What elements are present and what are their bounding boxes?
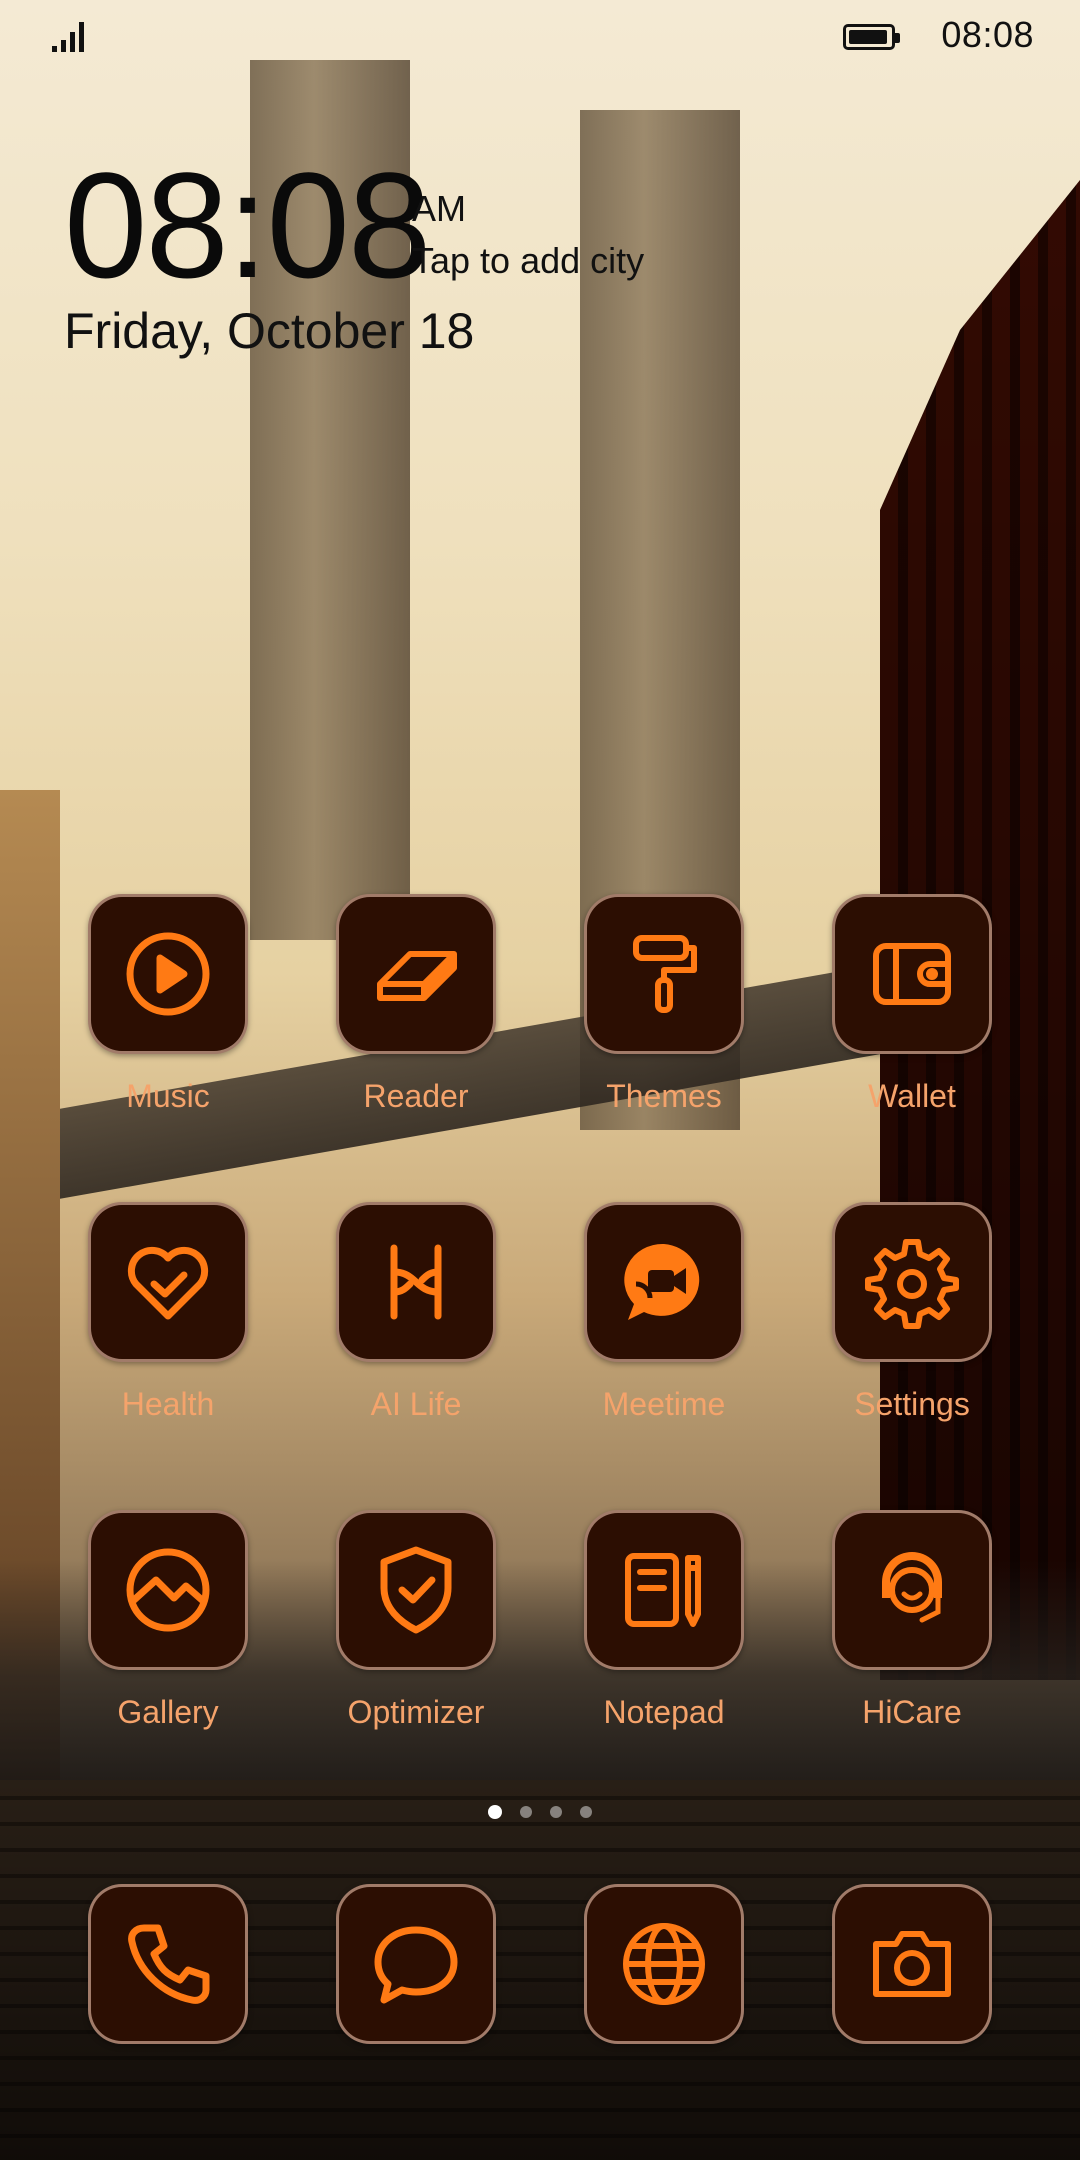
dock-camera[interactable] xyxy=(812,1884,1012,2044)
page-indicator xyxy=(0,1805,1080,1819)
app-settings-label: Settings xyxy=(854,1386,970,1422)
dock-browser[interactable] xyxy=(564,1884,764,2044)
book-icon xyxy=(377,951,457,1001)
dock-camera-tile[interactable] xyxy=(832,1884,992,2044)
app-gallery-label: Gallery xyxy=(117,1694,219,1730)
page-dot-1[interactable] xyxy=(488,1805,502,1819)
app-wallet-label: Wallet xyxy=(868,1078,956,1114)
shield-check-icon xyxy=(380,1546,452,1634)
battery-level xyxy=(849,30,887,44)
app-music-label: Music xyxy=(126,1078,210,1114)
app-themes-tile[interactable] xyxy=(584,894,744,1054)
app-ai-life-tile[interactable] xyxy=(336,1202,496,1362)
app-optimizer-label: Optimizer xyxy=(347,1694,485,1730)
status-bar: 08:08 xyxy=(0,0,1080,72)
app-hicare[interactable]: HiCare xyxy=(812,1510,1012,1731)
page-dot-2[interactable] xyxy=(520,1806,532,1818)
app-notepad-tile[interactable] xyxy=(584,1510,744,1670)
app-health[interactable]: Health xyxy=(68,1202,268,1423)
app-reader[interactable]: Reader xyxy=(316,894,516,1115)
status-time: 08:08 xyxy=(941,14,1034,55)
play-circle-icon xyxy=(126,932,210,1016)
app-health-tile[interactable] xyxy=(88,1202,248,1362)
page-dot-3[interactable] xyxy=(550,1806,562,1818)
clock-time[interactable]: 08:08 xyxy=(64,150,431,300)
app-music[interactable]: Music xyxy=(68,894,268,1115)
app-meetime-label: Meetime xyxy=(602,1386,726,1422)
app-wallet-tile[interactable] xyxy=(832,894,992,1054)
page-dot-4[interactable] xyxy=(580,1806,592,1818)
video-chat-icon xyxy=(624,1243,700,1320)
dock-phone-tile[interactable] xyxy=(88,1884,248,2044)
dock-messages[interactable] xyxy=(316,1884,516,2044)
dock xyxy=(0,1884,1080,2044)
app-ai-life[interactable]: AI Life xyxy=(316,1202,516,1423)
app-hicare-label: HiCare xyxy=(862,1694,962,1730)
dock-browser-tile[interactable] xyxy=(584,1884,744,2044)
app-ai-life-label: AI Life xyxy=(370,1386,462,1422)
heart-check-icon xyxy=(127,1246,209,1320)
dock-messages-tile[interactable] xyxy=(336,1884,496,2044)
app-meetime-tile[interactable] xyxy=(584,1202,744,1362)
app-optimizer[interactable]: Optimizer xyxy=(316,1510,516,1731)
battery-icon xyxy=(843,24,900,50)
globe-icon xyxy=(623,1923,705,2005)
paint-roller-icon xyxy=(633,935,697,1013)
app-hicare-tile[interactable] xyxy=(832,1510,992,1670)
app-meetime[interactable]: Meetime xyxy=(564,1202,764,1423)
app-reader-tile[interactable] xyxy=(336,894,496,1054)
ai-life-icon xyxy=(390,1244,442,1320)
app-music-tile[interactable] xyxy=(88,894,248,1054)
app-themes[interactable]: Themes xyxy=(564,894,764,1115)
app-notepad-label: Notepad xyxy=(603,1694,725,1730)
app-settings[interactable]: Settings xyxy=(812,1202,1012,1423)
clock-ampm: AM xyxy=(412,188,466,229)
headset-icon xyxy=(882,1552,942,1623)
notepad-icon xyxy=(625,1553,701,1627)
app-optimizer-tile[interactable] xyxy=(336,1510,496,1670)
app-wallet[interactable]: Wallet xyxy=(812,894,1012,1115)
phone-icon xyxy=(128,1924,210,2004)
app-notepad[interactable]: Notepad xyxy=(564,1510,764,1731)
add-city-link[interactable]: Tap to add city xyxy=(412,240,644,282)
app-settings-tile[interactable] xyxy=(832,1202,992,1362)
app-themes-label: Themes xyxy=(606,1078,722,1114)
wallet-icon xyxy=(873,943,951,1005)
app-health-label: Health xyxy=(121,1386,215,1422)
camera-icon xyxy=(873,1931,951,1997)
dock-phone[interactable] xyxy=(68,1884,268,2044)
gear-icon xyxy=(865,1239,959,1329)
app-gallery-tile[interactable] xyxy=(88,1510,248,1670)
gallery-icon xyxy=(126,1548,210,1632)
app-reader-label: Reader xyxy=(363,1078,469,1114)
message-icon xyxy=(374,1926,458,2004)
clock-date[interactable]: Friday, October 18 xyxy=(64,302,474,360)
signal-icon xyxy=(52,20,90,52)
app-gallery[interactable]: Gallery xyxy=(68,1510,268,1731)
